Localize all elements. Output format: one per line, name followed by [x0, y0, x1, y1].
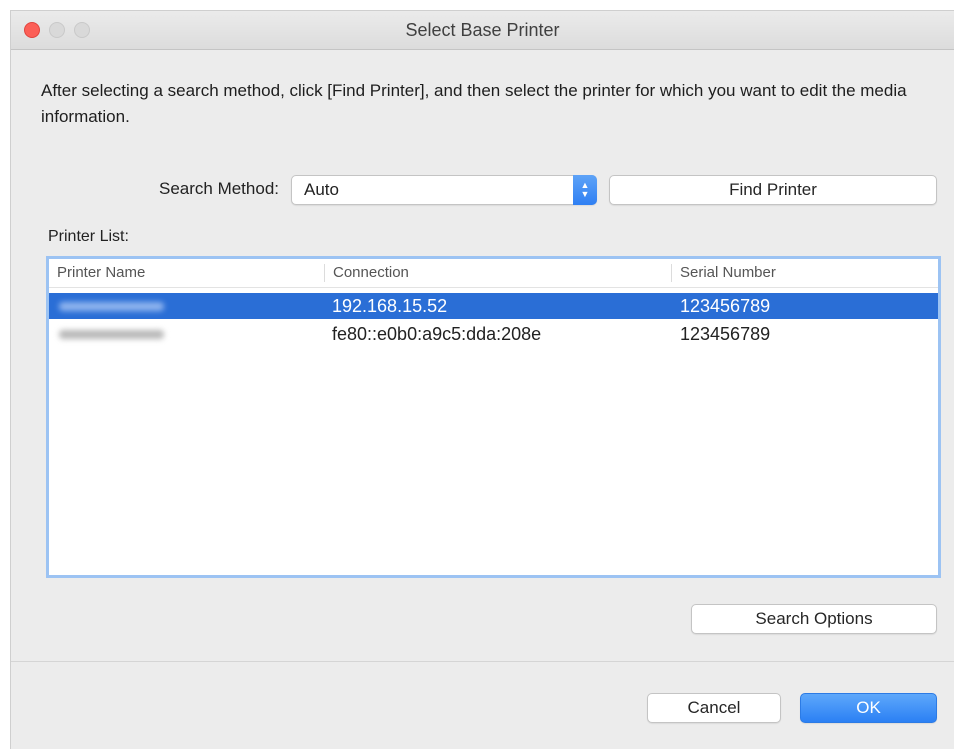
- search-method-label: Search Method:: [158, 179, 279, 198]
- search-method-value: Auto: [304, 180, 339, 199]
- connection-cell: fe80::e0b0:a9c5:dda:208e: [332, 324, 542, 344]
- printer-name-redacted: [59, 302, 164, 311]
- printer-list-table[interactable]: Printer Name Connection Serial Number 19…: [46, 256, 941, 578]
- chevron-up-down-icon: ▲ ▼: [573, 175, 597, 205]
- divider: [11, 661, 954, 662]
- search-method-select[interactable]: Auto ▲ ▼: [291, 175, 597, 205]
- connection-cell: 192.168.15.52: [332, 296, 448, 316]
- table-row[interactable]: 192.168.15.52 123456789: [49, 293, 938, 319]
- find-printer-button[interactable]: Find Printer: [609, 175, 937, 205]
- column-header-serial-number[interactable]: Serial Number: [672, 259, 938, 287]
- title-bar: Select Base Printer: [11, 11, 954, 50]
- serial-number-cell: 123456789: [680, 296, 771, 316]
- search-options-button[interactable]: Search Options: [691, 604, 937, 634]
- select-base-printer-dialog: Select Base Printer After selecting a se…: [10, 10, 954, 749]
- column-header-printer-name[interactable]: Printer Name: [49, 259, 319, 287]
- instructions-text: After selecting a search method, click […: [41, 81, 907, 126]
- column-header-connection[interactable]: Connection: [325, 259, 671, 287]
- serial-number-cell: 123456789: [680, 324, 771, 344]
- ok-button[interactable]: OK: [800, 693, 937, 723]
- printer-list-label: Printer List:: [48, 228, 129, 245]
- printer-name-redacted: [59, 330, 164, 339]
- window-title: Select Base Printer: [405, 20, 560, 40]
- table-header: Printer Name Connection Serial Number: [49, 259, 938, 288]
- cancel-button[interactable]: Cancel: [647, 693, 781, 723]
- table-row[interactable]: fe80::e0b0:a9c5:dda:208e 123456789: [49, 321, 938, 347]
